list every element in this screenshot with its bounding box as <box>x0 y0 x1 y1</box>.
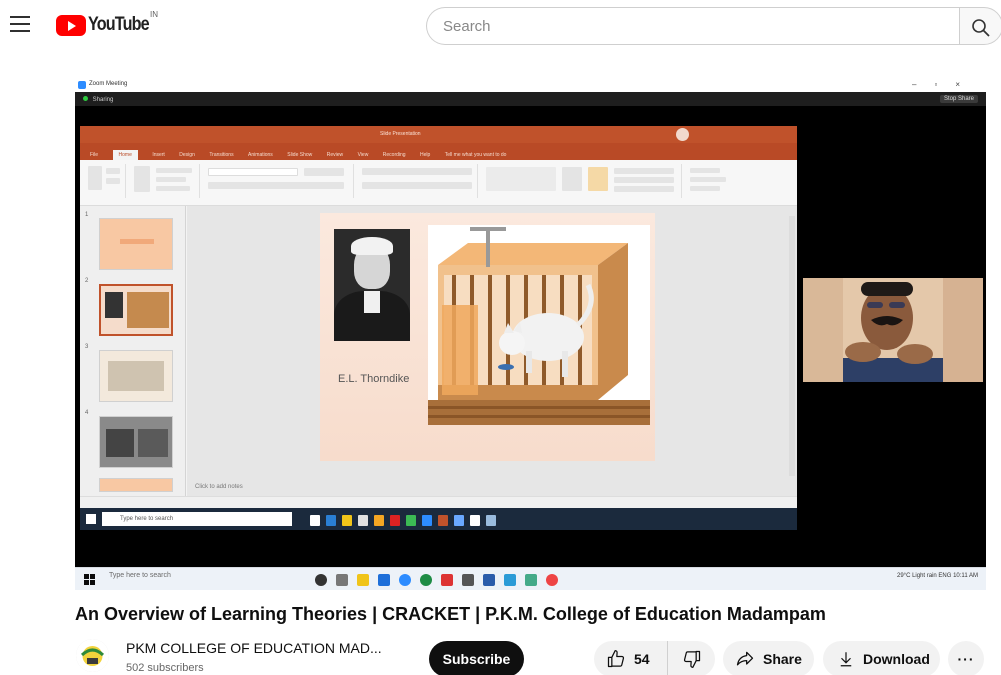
sharing-indicator-icon <box>83 96 88 101</box>
slide-thumbnails-panel: 1 2 3 4 <box>80 206 186 496</box>
zoom-logo-icon <box>78 81 86 89</box>
current-slide: E.L. Thorndike <box>320 213 655 461</box>
taskbar-app-icons <box>315 573 567 590</box>
slide-thumbnail <box>99 478 173 492</box>
ppt-title: Slide Presentation <box>380 131 421 137</box>
ppt-ribbon <box>80 160 797 206</box>
system-tray: 29°C Light rain ENG 10:11 AM <box>897 573 978 579</box>
remote-taskbar: Type here to search <box>80 508 797 530</box>
slide-thumbnail <box>99 416 173 468</box>
masthead: YouTube IN Search <box>0 0 1001 54</box>
slide-thumbnail <box>99 218 173 270</box>
ppt-tell-me: Tell me what you want to do <box>444 152 507 158</box>
like-count: 54 <box>634 651 650 667</box>
ribbon-group-font <box>204 164 354 198</box>
ppt-user-avatar <box>676 128 689 141</box>
share-button[interactable]: Share <box>723 641 814 675</box>
puzzle-box-cat-illustration <box>428 225 650 425</box>
ppt-scrollbar <box>789 216 795 476</box>
thorndike-portrait <box>334 229 410 341</box>
ribbon-group-paragraph <box>358 164 478 198</box>
subscriber-count: 502 subscribers <box>126 662 204 674</box>
slide-editing-area: E.L. Thorndike <box>187 206 797 496</box>
ppt-titlebar: Slide Presentation <box>80 126 797 143</box>
ribbon-group-editing <box>686 164 756 198</box>
channel-avatar[interactable] <box>76 639 109 672</box>
thumbs-up-icon <box>607 650 625 668</box>
like-dislike-group: 54 <box>594 641 715 675</box>
search-icon <box>972 19 990 37</box>
ppt-tab: Review <box>326 152 344 158</box>
slide-caption: E.L. Thorndike <box>338 373 410 385</box>
ppt-tab: Help <box>420 152 431 158</box>
dislike-button[interactable] <box>668 641 715 675</box>
taskbar-search: Type here to search <box>109 572 171 579</box>
zoom-share-bar: Sharing Stop Share <box>75 92 986 106</box>
ppt-tab: View <box>357 152 369 158</box>
ribbon-group-clipboard <box>84 164 126 198</box>
window-controls-icon: –▫× <box>912 80 978 89</box>
slide-thumbnail <box>99 350 173 402</box>
powerpoint-window: Slide Presentation File Home Insert Desi… <box>80 126 797 508</box>
like-button[interactable]: 54 <box>594 641 668 675</box>
region-code: IN <box>150 10 158 19</box>
stop-share-button: Stop Share <box>939 95 978 103</box>
ppt-tab: Recording <box>382 152 406 158</box>
remote-taskbar-icons <box>310 513 502 531</box>
hamburger-menu-icon[interactable] <box>10 16 30 32</box>
windows-taskbar: Type here to search 29°C Light rain ENG … <box>75 567 986 590</box>
search-input[interactable]: Search <box>426 7 959 45</box>
video-player[interactable]: Zoom Meeting –▫× Sharing Stop Share Slid… <box>75 78 986 590</box>
participant-video-tile <box>803 278 983 382</box>
thumbs-down-icon <box>683 650 700 668</box>
youtube-logo-text: YouTube <box>88 14 150 35</box>
ppt-tab: Animations <box>248 152 273 158</box>
video-title: An Overview of Learning Theories | CRACK… <box>75 604 826 624</box>
download-button[interactable]: Download <box>823 641 940 675</box>
ppt-ribbon-tabs: File Home Insert Design Transitions Anim… <box>80 143 797 164</box>
share-label: Share <box>763 651 802 667</box>
ppt-tab: Design <box>179 152 195 158</box>
ppt-tab: File <box>90 152 99 158</box>
windows-start-icon <box>84 574 95 585</box>
remote-search-box: Type here to search <box>102 512 292 526</box>
channel-name[interactable]: PKM COLLEGE OF EDUCATION MAD... <box>126 640 382 656</box>
zoom-window-title: Zoom Meeting <box>89 81 128 87</box>
youtube-play-icon <box>56 14 86 36</box>
zoom-window-titlebar: Zoom Meeting –▫× <box>75 78 986 92</box>
ppt-tab: Insert <box>152 152 165 158</box>
ppt-tab: Transitions <box>209 152 234 158</box>
more-actions-button[interactable]: ··· <box>948 641 984 675</box>
download-arrow-icon <box>840 652 852 667</box>
slide-thumbnail-selected <box>99 284 173 336</box>
youtube-logo[interactable]: YouTube <box>56 14 159 36</box>
share-arrow-icon <box>736 651 754 666</box>
download-label: Download <box>863 651 930 667</box>
ppt-statusbar <box>80 496 797 508</box>
zoom-share-label: Sharing <box>92 97 114 103</box>
remote-start-icon <box>86 514 96 524</box>
notes-placeholder: Click to add notes <box>195 484 243 490</box>
search-button[interactable] <box>959 7 1001 45</box>
subscribe-button[interactable]: Subscribe <box>429 641 524 675</box>
ribbon-group-slides <box>130 164 200 198</box>
ppt-tab: Slide Show <box>287 152 313 158</box>
ribbon-group-drawing <box>482 164 682 198</box>
